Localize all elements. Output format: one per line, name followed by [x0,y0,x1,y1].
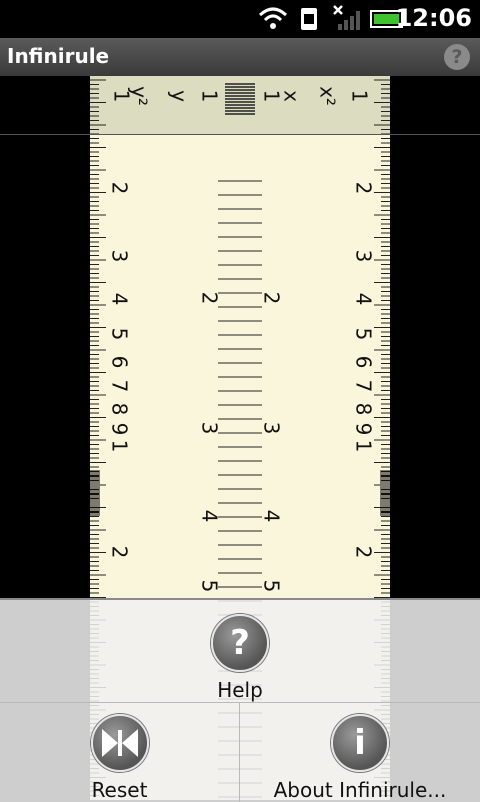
scale-number: 2 [352,182,376,195]
scale-number: 6 [108,356,132,369]
scale-label: x [280,90,304,102]
scale-label: x² [316,86,340,106]
app-title: Infinirule [7,44,110,68]
scale-number: 4 [108,293,132,306]
scale-number: 5 [352,328,376,341]
scale-number: 6 [352,356,376,369]
scale-label: y² [128,86,152,106]
scale-number: 2 [108,182,132,195]
scale-number: 3 [352,250,376,263]
scale-label: 1 [348,90,372,103]
scale-number: 4 [198,510,222,523]
help-icon: ? [211,614,269,672]
scale-number: 7 [352,380,376,393]
scale-number: 9 [108,423,132,436]
scale-number: 2 [198,292,222,305]
signal-icon [333,5,360,30]
scale-label: y [168,90,192,102]
scale-number: 2 [260,292,284,305]
scale-label: 1 [198,90,222,103]
menu-item-label: About Infinirule... [273,778,447,802]
clock: 12:06 [395,4,472,32]
menu-divider [0,702,480,703]
scale-number: 9 [352,423,376,436]
scale-number: 3 [260,422,284,435]
scale-number: 3 [108,250,132,263]
wifi-icon [258,7,288,29]
options-menu: ? Help Reset i About Infinirule... [0,598,480,802]
help-button[interactable]: ? [444,44,470,70]
sim-card-icon [301,8,317,30]
status-bar: 12:06 [0,0,480,38]
help-icon: ? [451,46,463,68]
reset-icon [90,714,149,772]
menu-item-reset[interactable]: Reset [0,714,239,802]
menu-item-help[interactable]: ? Help [0,614,480,702]
scale-number: 1 [108,440,132,453]
info-icon: i [331,714,389,772]
scale-number: 4 [352,293,376,306]
scale-number: 2 [108,546,132,559]
scale-number: 3 [198,422,222,435]
menu-item-about[interactable]: i About Infinirule... [240,714,480,802]
title-bar: Infinirule ? [0,38,480,76]
scale-number: 5 [198,580,222,593]
scale-number: 1 [352,440,376,453]
scale-number: 5 [260,580,284,593]
scale-number: 7 [108,380,132,393]
scale-number: 2 [352,546,376,559]
scale-number: 8 [352,403,376,416]
menu-item-label: Help [217,678,263,702]
cursor-hairline[interactable] [0,134,480,135]
scale-number: 8 [108,403,132,416]
menu-item-label: Reset [91,778,148,802]
scale-number: 4 [260,510,284,523]
scale-number: 5 [108,328,132,341]
